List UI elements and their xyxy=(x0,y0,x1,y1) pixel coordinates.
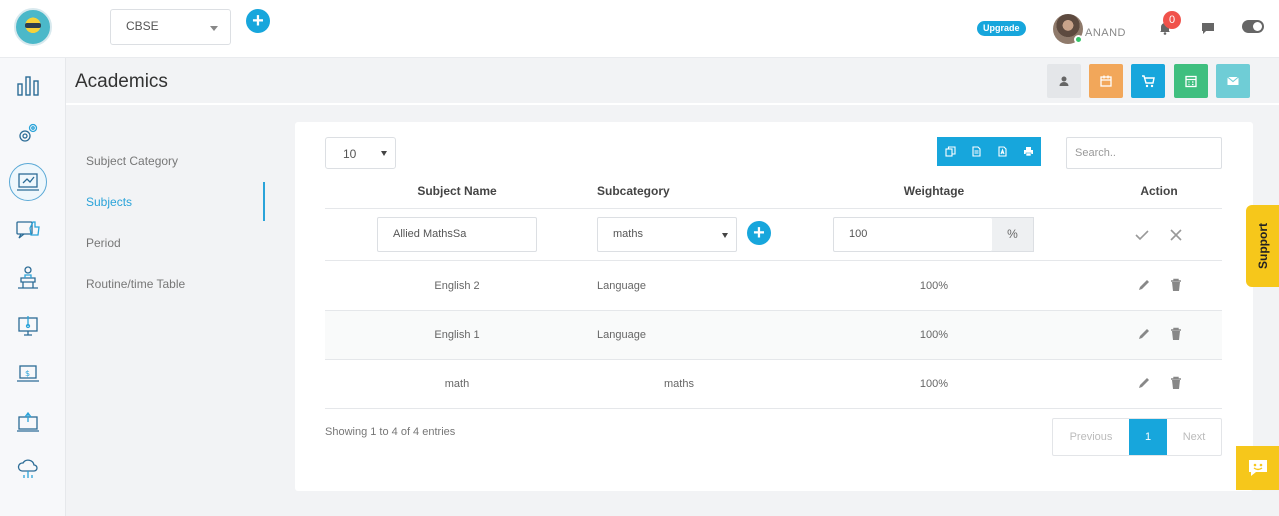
online-class-icon[interactable] xyxy=(11,309,45,343)
cart-quick-button[interactable] xyxy=(1131,64,1165,98)
subnav-subject-category[interactable]: Subject Category xyxy=(86,154,178,168)
plus-icon: + xyxy=(252,10,264,32)
profile-quick-button[interactable] xyxy=(1047,64,1081,98)
classroom-icon[interactable] xyxy=(11,261,45,295)
chat-icon[interactable] xyxy=(1201,21,1215,35)
edit-row: Allied MathsSa maths + 100 % xyxy=(325,209,1222,261)
subjects-card: 10 Subject Name Subcategory Weightage Ac… xyxy=(295,122,1253,491)
school-logo[interactable] xyxy=(14,8,52,46)
column-header-subject-name[interactable]: Subject Name xyxy=(417,184,496,198)
calendar-quick-button[interactable] xyxy=(1089,64,1123,98)
table-info: Showing 1 to 4 of 4 entries xyxy=(325,426,456,438)
subcategory-cell: Language xyxy=(597,329,646,341)
print-icon xyxy=(1023,147,1033,157)
search-input[interactable] xyxy=(1066,137,1222,169)
subcategory-select[interactable]: maths xyxy=(597,217,737,252)
page-length-select[interactable]: 10 xyxy=(325,137,396,169)
table-row: English 2 Language 100% xyxy=(325,262,1222,311)
copy-icon xyxy=(944,146,956,157)
theme-toggle[interactable] xyxy=(1242,20,1264,33)
online-status-dot xyxy=(1074,35,1083,44)
board-select[interactable]: CBSE xyxy=(110,9,231,45)
confirm-check-icon[interactable] xyxy=(1134,227,1150,243)
schedule-quick-button[interactable] xyxy=(1174,64,1208,98)
pdf-button[interactable] xyxy=(989,137,1015,166)
schedule-icon xyxy=(1185,75,1197,88)
chat-smile-icon xyxy=(1248,460,1267,476)
export-button-group xyxy=(937,137,1041,166)
dashboard-icon[interactable] xyxy=(11,68,45,102)
mail-icon xyxy=(1227,76,1239,85)
next-page-button[interactable]: Next xyxy=(1167,419,1221,455)
csv-button[interactable] xyxy=(963,137,989,166)
subject-name-input[interactable]: Allied MathsSa xyxy=(377,217,537,252)
percent-addon: % xyxy=(992,217,1034,252)
page-1-button[interactable]: 1 xyxy=(1129,419,1167,455)
academics-icon[interactable] xyxy=(9,163,47,201)
upgrade-badge[interactable]: Upgrade xyxy=(977,21,1026,36)
pdf-icon xyxy=(997,146,1007,157)
svg-text:$: $ xyxy=(25,369,30,378)
chevron-down-icon xyxy=(381,151,387,156)
rail-logo-area xyxy=(0,0,66,58)
column-header-weightage[interactable]: Weightage xyxy=(904,184,964,198)
subcategory-select-value: maths xyxy=(613,228,643,240)
support-tab[interactable]: Support xyxy=(1246,205,1279,287)
cancel-close-icon[interactable] xyxy=(1168,227,1184,243)
subcategory-cell: Language xyxy=(597,280,646,292)
top-bar: CBSE + Upgrade ANAND 0 xyxy=(66,0,1279,58)
add-board-button[interactable]: + xyxy=(246,9,270,33)
icon-rail: $ xyxy=(0,0,66,516)
feedback-icon[interactable] xyxy=(11,212,45,246)
pagination: Previous 1 Next xyxy=(1052,418,1222,456)
csv-icon xyxy=(971,146,981,157)
weightage-cell: 100% xyxy=(919,329,949,341)
previous-page-button[interactable]: Previous xyxy=(1053,419,1129,455)
mail-quick-button[interactable] xyxy=(1216,64,1250,98)
chevron-down-icon xyxy=(210,26,218,31)
delete-trash-icon[interactable] xyxy=(1168,375,1184,391)
edit-pencil-icon[interactable] xyxy=(1136,375,1152,391)
subject-name-cell: English 2 xyxy=(434,280,480,292)
cart-icon xyxy=(1142,75,1155,88)
subject-name-cell: math xyxy=(444,378,470,390)
chevron-down-icon xyxy=(722,233,728,238)
table-row: English 1 Language 100% xyxy=(325,311,1222,360)
user-icon xyxy=(1059,76,1069,86)
header-divider xyxy=(66,103,1279,105)
edit-pencil-icon[interactable] xyxy=(1136,277,1152,293)
board-select-value: CBSE xyxy=(126,19,159,33)
delete-trash-icon[interactable] xyxy=(1168,326,1184,342)
cloud-icon[interactable] xyxy=(11,452,45,486)
subnav-period[interactable]: Period xyxy=(86,236,121,250)
delete-trash-icon[interactable] xyxy=(1168,277,1184,293)
fees-icon[interactable]: $ xyxy=(11,357,45,391)
subcategory-cell: maths xyxy=(664,378,694,390)
column-header-subcategory[interactable]: Subcategory xyxy=(597,184,670,198)
column-header-action: Action xyxy=(1140,184,1178,198)
weightage-cell: 100% xyxy=(919,280,949,292)
subnav-active-indicator xyxy=(263,182,265,221)
subnav-routine-time-table[interactable]: Routine/time Table xyxy=(86,277,185,291)
subnav-subjects[interactable]: Subjects xyxy=(86,195,132,209)
copy-button[interactable] xyxy=(937,137,963,166)
add-subcategory-button[interactable]: + xyxy=(747,221,771,245)
weightage-cell: 100% xyxy=(919,378,949,390)
settings-icon[interactable] xyxy=(11,116,45,150)
support-label: Support xyxy=(1255,223,1270,269)
chat-widget-button[interactable] xyxy=(1236,446,1279,490)
plus-icon: + xyxy=(753,222,765,244)
page-length-value: 10 xyxy=(343,147,357,161)
notification-count-badge: 0 xyxy=(1163,11,1181,29)
page-title: Academics xyxy=(75,71,168,92)
user-name[interactable]: ANAND xyxy=(1085,27,1126,39)
subject-name-cell: English 1 xyxy=(434,329,480,341)
calendar-icon xyxy=(1100,75,1112,87)
weightage-input[interactable]: 100 xyxy=(833,217,993,252)
exam-icon[interactable] xyxy=(11,405,45,439)
table-row: math maths 100% xyxy=(325,360,1222,409)
edit-pencil-icon[interactable] xyxy=(1136,326,1152,342)
print-button[interactable] xyxy=(1015,137,1041,166)
